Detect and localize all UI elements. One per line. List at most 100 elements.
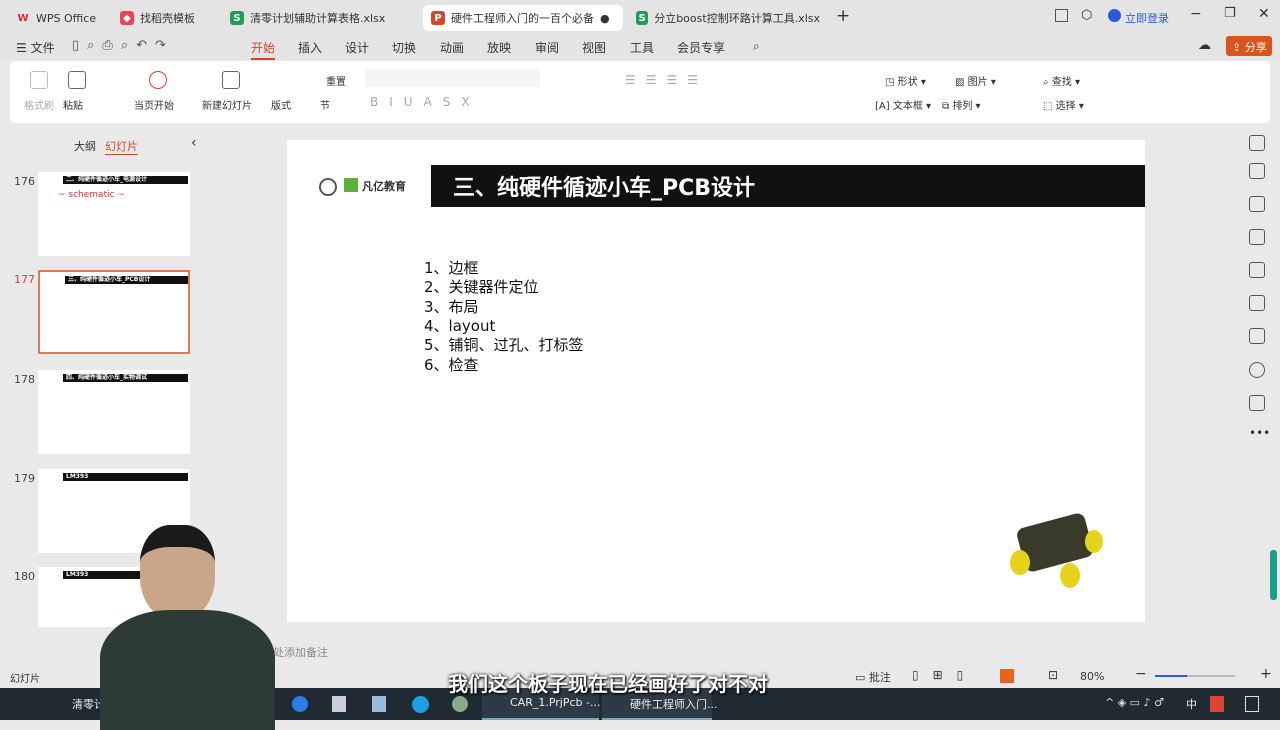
comment-label: 批注 [868,671,891,684]
shape-button[interactable]: ◳ 形状 ▾ [885,73,926,88]
app-icon[interactable] [372,696,386,712]
menu-animation[interactable]: 动画 [440,39,464,56]
new-tab-plus-icon[interactable]: + [836,6,850,26]
textbox-label: 文本框 [892,101,923,112]
cube-icon[interactable]: ⬡ [1081,8,1092,23]
menu-insert[interactable]: 插入 [298,39,322,56]
menu-view[interactable]: 视图 [582,39,606,56]
tab-docer[interactable]: ◆ 找稻壳模板 [112,5,217,31]
app-tray-icon[interactable] [1210,696,1224,712]
taskbar-label: 硬件工程师入门... [630,698,718,711]
login-link[interactable]: 立即登录 [1125,10,1169,26]
notification-icon[interactable] [1245,696,1259,712]
menu-review[interactable]: 审阅 [535,39,559,56]
restore-icon[interactable]: ❐ [1224,6,1236,21]
textbox-button[interactable]: [A] 文本框 ▾ [875,97,931,112]
view-buttons[interactable]: ▯⊞▯ [912,668,977,682]
app-icon[interactable] [332,696,346,712]
layout-button[interactable]: 版式 [271,97,291,112]
copy-icon[interactable] [1249,229,1265,245]
play-icon[interactable] [149,71,167,89]
list-item: 4、layout [424,317,496,335]
tab-slides[interactable]: 幻灯片 [105,138,138,155]
scrollbar[interactable] [1270,550,1277,600]
tools-icon[interactable] [1249,295,1265,311]
font-format-buttons[interactable]: BIUASX [370,95,481,109]
shirt-icon[interactable] [1249,395,1265,411]
paste-button[interactable]: 粘贴 [63,97,83,112]
close-dot-icon[interactable]: ● [600,12,610,25]
slide-title: 三、纯硬件循迹小车_PCB设计 [431,165,1145,207]
play-current-button[interactable]: 当页开始 [134,97,174,112]
thumb-title: 四、纯硬件循迹小车_实物调试 [63,374,188,382]
picture-button[interactable]: ▨ 图片 ▾ [955,73,996,88]
slideshow-play-button[interactable] [1000,669,1014,683]
paste-icon[interactable] [68,71,86,89]
new-slide-button[interactable]: 新建幻灯片 [202,97,252,112]
tab-pptx-active[interactable]: P 硬件工程师入门的一百个必备 ● [423,5,623,31]
slide-count-label: 幻灯片 [10,674,40,685]
file-menu[interactable]: ☰ 文件 [16,39,55,56]
menu-home[interactable]: 开始 [251,39,276,60]
menu-member[interactable]: 会员专享 [677,39,725,56]
paragraph-buttons[interactable]: ☰☰☰☰ [625,73,708,87]
format-painter-button[interactable]: 格式刷 [24,97,54,112]
slide-thumbnail-177-selected[interactable]: 三、纯硬件循迹小车_PCB设计 [38,270,190,354]
slide-thumbnail-176[interactable]: 二、纯硬件循迹小车_电源设计 ~ schematic ~ [38,172,190,256]
right-sidebar: ••• [1237,130,1280,660]
video-subtitle: 我们这个板子现在已经画好了对不对 [448,672,768,696]
ime-indicator[interactable]: 中 [1186,696,1197,712]
tab-outline[interactable]: 大纲 [74,138,96,154]
quick-access-icons[interactable]: ▯⌕⎙⌕↶↷ [72,38,174,53]
book-icon[interactable] [1249,328,1265,344]
zoom-out-button[interactable]: − [1135,666,1147,682]
list-item: 3、布局 [424,298,479,316]
settings-icon[interactable] [1249,163,1265,179]
menu-tools[interactable]: 工具 [630,39,654,56]
tab-xlsx-1[interactable]: S 清零计划辅助计算表格.xlsx [222,5,417,31]
comment-button[interactable]: ▭ 批注 [855,669,891,685]
font-name-select[interactable] [365,69,540,87]
zoom-level[interactable]: 80% [1080,670,1104,683]
close-icon[interactable]: ✕ [1258,6,1270,22]
expand-icon[interactable] [1249,135,1265,151]
zoom-slider[interactable] [1155,675,1235,677]
tab-wps-office[interactable]: W WPS Office [8,5,108,31]
app-icon[interactable] [292,696,308,712]
tab-xlsx-2[interactable]: S 分立boost控制环路计算工具.xlsx [628,5,828,31]
taskbar-label: CAR_1.PrjPcb -... [510,696,601,709]
slide-number: 176 [14,175,35,188]
slide-thumbnail-178[interactable]: 四、纯硬件循迹小车_实物调试 [38,370,190,454]
menu-transition[interactable]: 切换 [392,39,416,56]
menu-design[interactable]: 设计 [345,39,369,56]
sheet-icon: S [636,11,649,25]
zoom-in-button[interactable]: + [1260,666,1272,682]
help-icon[interactable] [1249,362,1265,378]
section-button[interactable]: 节 [320,97,330,112]
slide-canvas[interactable]: 凡亿教育 三、纯硬件循迹小车_PCB设计 1、边框 2、关键器件定位 3、布局 … [287,140,1145,622]
format-painter-icon[interactable] [30,71,48,89]
tray-icons[interactable]: ^ ◈ ▭ ♪ ♂ [1105,696,1164,709]
more-icon[interactable]: ••• [1249,426,1270,440]
reset-button[interactable]: 重置 [326,73,346,88]
minimize-icon[interactable]: − [1190,6,1202,22]
robot-car-image [1005,505,1105,590]
logo: 凡亿教育 [319,160,414,210]
layout-icon[interactable] [1055,9,1068,22]
select-button[interactable]: ⬚ 选择 ▾ [1043,97,1084,112]
menu-slideshow[interactable]: 放映 [487,39,511,56]
new-slide-icon[interactable] [222,71,240,89]
fit-window-icon[interactable]: ⊡ [1048,668,1058,682]
arrange-label: 排列 [952,101,973,112]
share-button[interactable]: ⇪ 分享 [1226,36,1272,56]
cloud-icon[interactable]: ☁ [1198,38,1211,53]
collapse-panel-icon[interactable]: ‹ [191,135,197,151]
star-icon[interactable] [1249,196,1265,212]
app-icon[interactable] [452,696,468,712]
logo-mark-icon [344,178,358,192]
image-icon[interactable] [1249,262,1265,278]
edge-icon[interactable] [412,696,429,713]
find-button[interactable]: ⌕ 查找 ▾ [1043,73,1080,88]
arrange-button[interactable]: ⧉ 排列 ▾ [942,97,981,112]
search-icon[interactable]: ⌕ [753,39,760,54]
